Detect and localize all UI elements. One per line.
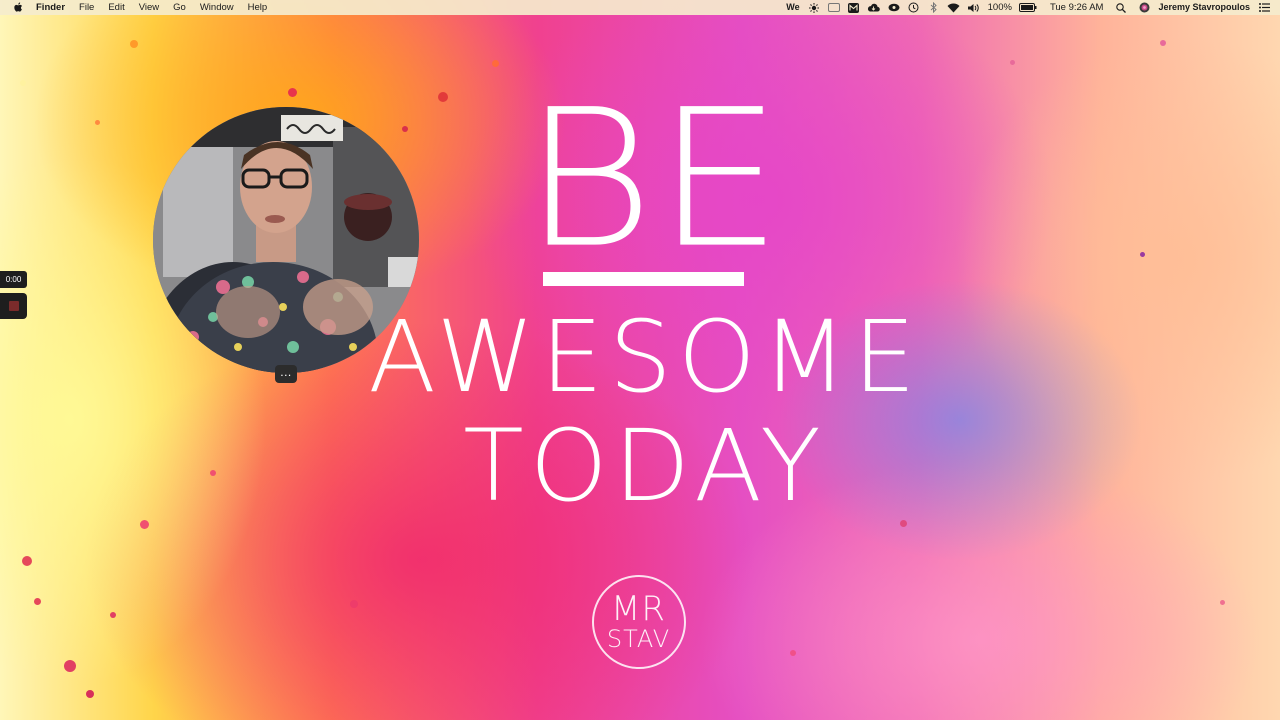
menu-go[interactable]: Go: [166, 0, 193, 15]
time-machine-icon[interactable]: [907, 0, 921, 15]
menu-app-finder[interactable]: Finder: [34, 0, 72, 15]
spotlight-icon[interactable]: [1114, 0, 1128, 15]
stop-icon: [8, 301, 19, 311]
more-icon: ...: [280, 365, 292, 379]
logo-text-bottom: STAV: [606, 625, 671, 653]
screen-mirror-icon[interactable]: [827, 0, 841, 15]
stop-recording-button[interactable]: [0, 293, 27, 319]
desktop-wallpaper: Finder File Edit View Go Window Help We: [0, 0, 1280, 720]
bluetooth-icon[interactable]: [927, 0, 941, 15]
menu-view[interactable]: View: [132, 0, 166, 15]
recording-timer: 0:00: [0, 271, 27, 288]
eye-icon[interactable]: [887, 0, 901, 15]
battery-icon[interactable]: [1018, 0, 1037, 15]
wallpaper-text-awesome: AWESOME: [368, 300, 922, 415]
menu-help[interactable]: Help: [241, 0, 275, 15]
wallpaper-text-today: TODAY: [463, 409, 827, 524]
menu-file[interactable]: File: [72, 0, 101, 15]
apple-menu-icon[interactable]: [11, 0, 25, 15]
menu-edit[interactable]: Edit: [101, 0, 131, 15]
brightness-icon[interactable]: [807, 0, 821, 15]
webcam-more-button[interactable]: ...: [275, 365, 297, 383]
notification-center-icon[interactable]: [1257, 0, 1271, 15]
wallpaper-text-be: BE: [523, 68, 785, 291]
cloud-icon[interactable]: [867, 0, 881, 15]
menu-window[interactable]: Window: [193, 0, 241, 15]
siri-icon[interactable]: [1137, 0, 1151, 15]
mr-stav-logo: MR STAV: [592, 575, 686, 669]
menu-clock[interactable]: Tue 9:26 AM: [1050, 0, 1104, 15]
mail-icon[interactable]: [847, 0, 861, 15]
menu-bar: Finder File Edit View Go Window Help We: [0, 0, 1280, 15]
wifi-icon[interactable]: [947, 0, 961, 15]
battery-percent: 100%: [987, 2, 1012, 13]
volume-icon[interactable]: [967, 0, 981, 15]
wallpaper-underline: [543, 272, 744, 286]
user-name-menu[interactable]: Jeremy Stavropoulos: [1158, 0, 1250, 15]
logo-text-top: MR: [611, 589, 666, 629]
wechat-icon[interactable]: We: [786, 0, 799, 15]
